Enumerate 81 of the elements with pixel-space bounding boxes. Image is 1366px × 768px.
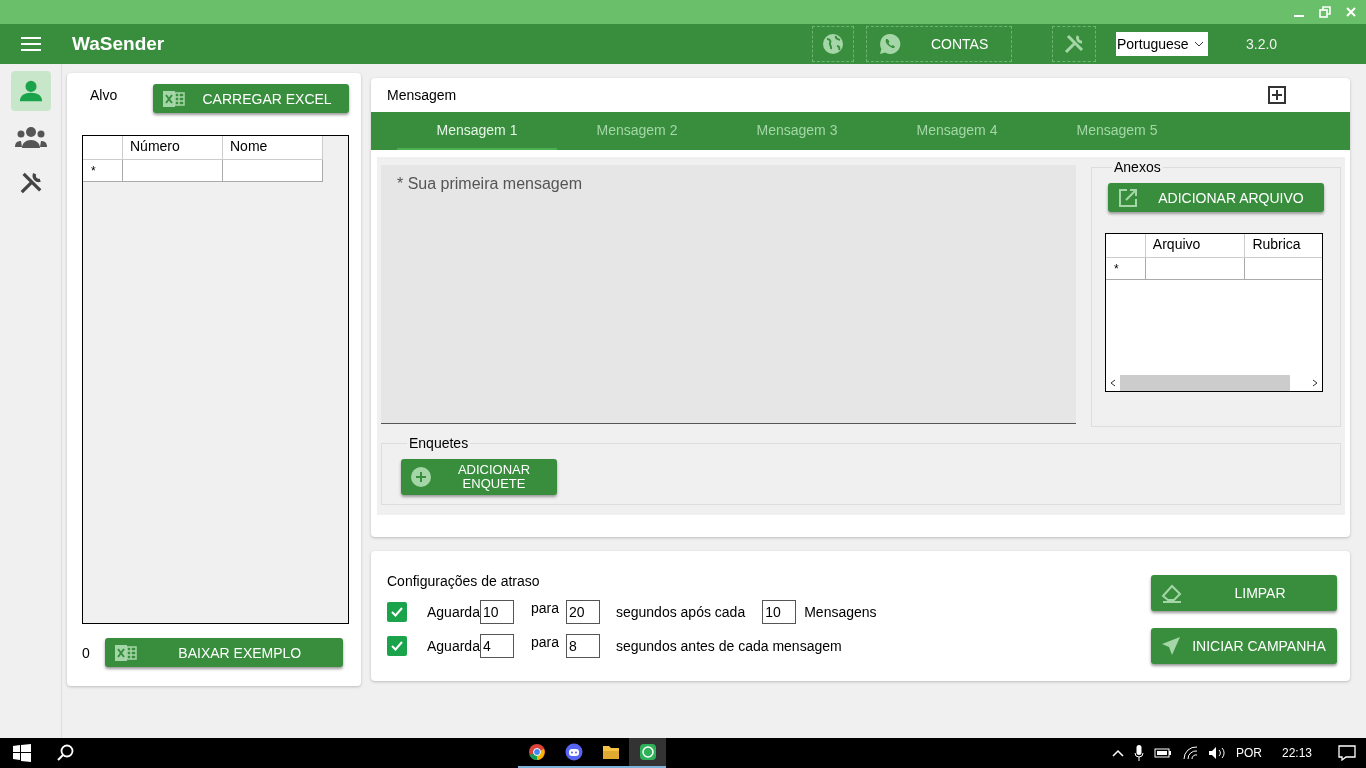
download-example-button[interactable]: BAIXAR EXEMPLO: [104, 638, 343, 667]
field-label: segundos antes de cada mensagem: [615, 638, 842, 654]
clock[interactable]: 22:13: [1281, 746, 1312, 760]
chrome-icon: [527, 743, 546, 761]
group-icon: [14, 125, 47, 149]
row-header: *: [1106, 258, 1146, 280]
count-label: 0: [82, 644, 90, 661]
field-label: segundos após cada: [615, 604, 746, 620]
plus-icon: [411, 467, 431, 487]
battery-icon[interactable]: [1153, 748, 1172, 758]
tools-icon: [1063, 33, 1085, 55]
send-icon: [1161, 636, 1181, 656]
microphone-icon[interactable]: [1133, 745, 1144, 761]
chat-icon: [564, 743, 583, 761]
message-tab[interactable]: Mensagem 2: [557, 111, 717, 150]
globe-icon: [822, 33, 844, 55]
add-file-button[interactable]: ADICIONAR ARQUIVO: [1108, 183, 1324, 212]
input-field[interactable]: 10: [479, 600, 514, 624]
scroll-left-icon[interactable]: [1110, 379, 1116, 387]
section-label: Alvo: [90, 86, 119, 103]
caret-icon: [1194, 41, 1204, 47]
clear-button[interactable]: LIMPAR: [1151, 575, 1337, 611]
add-poll-button[interactable]: ADICIONAR ENQUETE: [401, 459, 557, 495]
wifi-icon[interactable]: [1181, 746, 1198, 760]
person-icon: [17, 79, 44, 103]
spreadsheet-icon: [163, 89, 186, 108]
taskbar-app[interactable]: [629, 738, 666, 768]
external-link-icon: [1118, 187, 1138, 208]
column-header: Arquivo: [1145, 234, 1246, 258]
windows-icon[interactable]: [13, 744, 31, 762]
row-header: *: [83, 160, 123, 182]
add-icon[interactable]: [1268, 85, 1286, 104]
chevron-up-icon[interactable]: [1111, 749, 1124, 757]
globe-button[interactable]: [812, 26, 854, 62]
input-field[interactable]: 4: [479, 634, 514, 658]
field-label: Aguarda: [427, 604, 480, 620]
column-header: Número: [123, 136, 223, 160]
app-title: WaSender: [72, 33, 166, 55]
version-label: 3.2.0: [1246, 36, 1279, 52]
message-tab[interactable]: Mensagem 5: [1037, 111, 1197, 150]
field-label: para: [530, 634, 559, 650]
message-tab[interactable]: Mensagem 4: [877, 111, 1037, 150]
field-label: Mensagens: [804, 604, 877, 620]
input-field[interactable]: 10: [762, 600, 797, 624]
spreadsheet-icon: [114, 643, 137, 662]
input-field[interactable]: 8: [565, 634, 600, 658]
language-dropdown[interactable]: Portuguese: [1116, 32, 1208, 56]
field-label: Aguarda: [427, 638, 480, 654]
folder-icon: [601, 743, 620, 761]
check-icon: [391, 607, 403, 617]
column-header: [1106, 234, 1146, 258]
menu-icon[interactable]: [21, 36, 41, 52]
group-label: Anexos: [1113, 159, 1162, 175]
message-tab[interactable]: Mensagem 3: [717, 111, 877, 150]
group-label: Enquetes: [408, 435, 470, 451]
scrollbar-thumb[interactable]: [1120, 375, 1290, 391]
message-tab[interactable]: Mensagem 1: [397, 111, 557, 150]
section-title: Configurações de atraso: [387, 573, 541, 589]
column-header: Nome: [223, 136, 323, 160]
load-excel-button[interactable]: CARREGAR EXCEL: [153, 84, 349, 113]
search-icon[interactable]: [57, 744, 75, 762]
checkbox[interactable]: [387, 602, 407, 622]
message-field[interactable]: * Sua primeira mensagem: [381, 165, 1076, 424]
language-indicator[interactable]: POR: [1235, 746, 1262, 760]
column-header: [83, 136, 123, 160]
start-campaign-button[interactable]: INICIAR CAMPANHA: [1151, 628, 1337, 664]
horizontal-scrollbar[interactable]: [1106, 375, 1322, 391]
speaker-icon[interactable]: [1207, 746, 1226, 760]
field-label: para: [530, 600, 559, 616]
scroll-right-icon[interactable]: [1312, 379, 1318, 387]
tools-button[interactable]: [1052, 26, 1096, 62]
notification-icon[interactable]: [1338, 745, 1356, 761]
panel-title: Mensagem: [387, 86, 457, 103]
column-header: Rubrica: [1245, 234, 1322, 258]
input-field[interactable]: 20: [565, 600, 600, 624]
checkbox[interactable]: [387, 636, 407, 656]
phone-bubble-icon: [879, 33, 901, 55]
chat-bubble-icon: [638, 743, 657, 761]
check-icon: [391, 641, 403, 651]
eraser-icon: [1161, 583, 1183, 603]
accounts-button[interactable]: CONTAS: [866, 26, 1012, 62]
